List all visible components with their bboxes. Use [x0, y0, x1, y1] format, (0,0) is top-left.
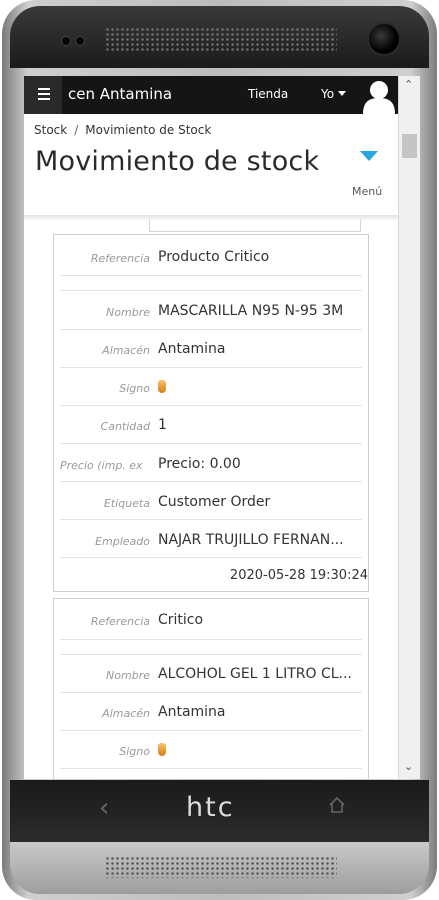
label-nombre: Nombre — [106, 306, 150, 319]
label-referencia: Referencia — [90, 615, 150, 628]
label-signo: Signo — [119, 382, 150, 395]
user-menu[interactable]: Yo — [321, 87, 347, 101]
label-almacen: Almacén — [102, 707, 150, 720]
stock-out-icon — [158, 743, 166, 756]
value-almacen: Antamina — [158, 341, 226, 357]
movement-card: Referencia Producto Critico Nombre MASCA… — [53, 234, 369, 592]
row-divider — [60, 290, 362, 291]
page-title: Movimiento de stock — [35, 146, 320, 177]
menu-toggle-button[interactable]: Menú — [352, 151, 396, 198]
top-navbar: cen Antamina Tienda Yo — [24, 76, 398, 114]
hamburger-menu-button[interactable] — [24, 76, 62, 114]
row-divider — [60, 768, 362, 769]
value-signo — [158, 742, 166, 759]
row-divider — [60, 367, 362, 368]
front-camera — [369, 24, 399, 54]
row-divider — [60, 329, 362, 330]
tienda-link[interactable]: Tienda — [248, 87, 288, 101]
breadcrumb-current: Movimiento de Stock — [85, 123, 212, 137]
value-empleado: NAJAR TRUJILLO FERNAN... — [158, 532, 344, 548]
row-divider — [60, 639, 362, 640]
value-etiqueta: Customer Order — [158, 494, 271, 510]
triangle-down-icon — [360, 151, 378, 161]
movement-card: Referencia Critico Nombre ALCOHOL GEL 1 … — [53, 598, 369, 779]
phone-frame: ‹ htc cen Antamina Tienda Yo ⌃ ⌄ Stock /… — [2, 0, 437, 900]
row-divider — [60, 557, 362, 558]
breadcrumb: Stock / Movimiento de Stock — [34, 123, 212, 137]
value-nombre: MASCARILLA N95 N-95 3M — [158, 303, 344, 319]
value-referencia: Producto Critico — [158, 249, 270, 265]
value-cantidad: 1 — [158, 417, 167, 433]
scroll-down-icon[interactable]: ⌄ — [404, 760, 413, 773]
label-precio: Precio (imp. ex — [60, 459, 143, 472]
row-divider — [60, 519, 362, 520]
breadcrumb-stock[interactable]: Stock — [34, 123, 67, 137]
label-etiqueta: Etiqueta — [103, 497, 150, 510]
value-precio: Precio: 0.00 — [158, 456, 241, 472]
user-menu-label[interactable]: Yo — [321, 87, 334, 101]
row-divider — [60, 481, 362, 482]
label-cantidad: Cantidad — [100, 420, 150, 433]
label-referencia: Referencia — [90, 252, 150, 265]
value-referencia: Critico — [158, 612, 204, 628]
value-almacen: Antamina — [158, 704, 226, 720]
row-divider — [60, 443, 362, 444]
row-divider — [60, 692, 362, 693]
row-divider — [60, 275, 362, 276]
back-icon[interactable]: ‹ — [99, 793, 109, 823]
user-avatar-icon[interactable] — [360, 76, 398, 114]
value-nombre: ALCOHOL GEL 1 LITRO CL... — [158, 666, 352, 682]
label-almacen: Almacén — [102, 344, 150, 357]
label-empleado: Empleado — [95, 535, 150, 548]
bottom-speaker — [105, 856, 337, 878]
row-divider — [60, 654, 362, 655]
scroll-up-icon[interactable]: ⌃ — [404, 78, 413, 91]
sensor-dots — [62, 37, 84, 45]
row-divider — [60, 405, 362, 406]
earpiece-speaker — [105, 27, 337, 51]
menu-label: Menú — [352, 185, 383, 198]
movement-date: 2020-05-28 19:30:24 — [229, 568, 368, 583]
previous-card-tail — [149, 219, 361, 232]
app-title: cen Antamina — [68, 85, 173, 103]
app-screen: cen Antamina Tienda Yo ⌃ ⌄ Stock / Movimie… — [24, 76, 420, 779]
caret-down-icon — [338, 91, 347, 96]
stock-out-icon — [158, 380, 166, 393]
brand-logo: htc — [186, 792, 235, 823]
value-signo — [158, 379, 166, 396]
label-signo: Signo — [119, 745, 150, 758]
home-icon[interactable] — [327, 795, 347, 815]
vertical-scrollbar[interactable]: ⌃ ⌄ — [398, 76, 420, 779]
label-nombre: Nombre — [106, 669, 150, 682]
row-divider — [60, 730, 362, 731]
scroll-thumb[interactable] — [402, 134, 417, 158]
